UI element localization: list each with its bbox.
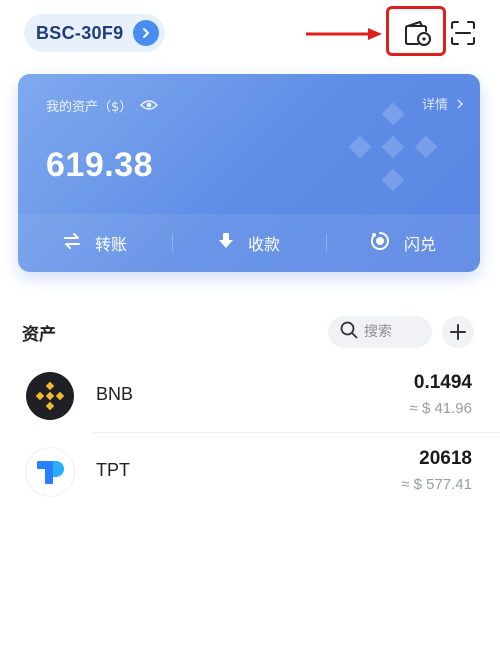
search-input[interactable] xyxy=(364,324,424,340)
binance-watermark-icon xyxy=(348,102,438,192)
bnb-logo-icon xyxy=(26,372,74,420)
token-amount: 0.1494 xyxy=(413,372,472,393)
token-symbol: TPT xyxy=(96,460,130,480)
scan-icon[interactable] xyxy=(448,18,478,48)
asset-summary-card: 我的资产（$） 详情 619.38 转账 收款 闪兑 xyxy=(18,74,480,272)
network-label: BSC-30F9 xyxy=(36,22,124,43)
token-fiat-value: ≈ $ 41.96 xyxy=(409,400,472,417)
transfer-button[interactable]: 转账 xyxy=(18,214,172,272)
flash-swap-icon xyxy=(370,231,390,255)
tpt-logo-icon xyxy=(26,448,74,496)
card-title-row: 我的资产（$） xyxy=(46,96,159,115)
add-token-button[interactable] xyxy=(442,316,474,348)
arrow-down-icon xyxy=(218,232,234,254)
row-divider xyxy=(92,432,500,433)
search-box[interactable] xyxy=(328,316,432,348)
receive-label: 收款 xyxy=(247,235,280,254)
flash-swap-button[interactable]: 闪兑 xyxy=(326,214,480,272)
eye-icon[interactable] xyxy=(140,96,159,115)
search-icon xyxy=(340,321,358,343)
flash-swap-label: 闪兑 xyxy=(403,235,436,254)
receive-button[interactable]: 收款 xyxy=(172,214,326,272)
chevron-right-icon xyxy=(457,98,464,109)
swap-arrows-icon xyxy=(63,233,81,253)
details-label: 详情 xyxy=(421,98,448,113)
add-wallet-icon[interactable] xyxy=(400,18,434,48)
token-row-tpt[interactable]: TPT 20618 ≈ $ 577.41 xyxy=(0,440,500,504)
plus-icon xyxy=(450,324,466,340)
details-link[interactable]: 详情 xyxy=(422,94,464,113)
chevron-right-icon xyxy=(133,20,160,46)
red-arrow-annotation-icon xyxy=(306,26,384,45)
card-title: 我的资产（$） xyxy=(46,100,133,115)
assets-heading: 资产 xyxy=(22,325,56,345)
token-fiat-value: ≈ $ 577.41 xyxy=(401,476,472,493)
transfer-label: 转账 xyxy=(94,235,127,254)
token-row-bnb[interactable]: BNB 0.1494 ≈ $ 41.96 xyxy=(0,364,500,428)
token-symbol: BNB xyxy=(96,384,134,404)
wallet-home-screen: BSC-30F9 我的资产（$） 详情 619.38 转账 收款 闪兑 资产 搜… xyxy=(0,0,500,648)
token-amount: 20618 xyxy=(419,448,472,469)
total-balance: 619.38 xyxy=(46,146,153,184)
network-switcher[interactable]: BSC-30F9 xyxy=(24,14,166,52)
card-actions: 转账 收款 闪兑 xyxy=(18,214,480,272)
